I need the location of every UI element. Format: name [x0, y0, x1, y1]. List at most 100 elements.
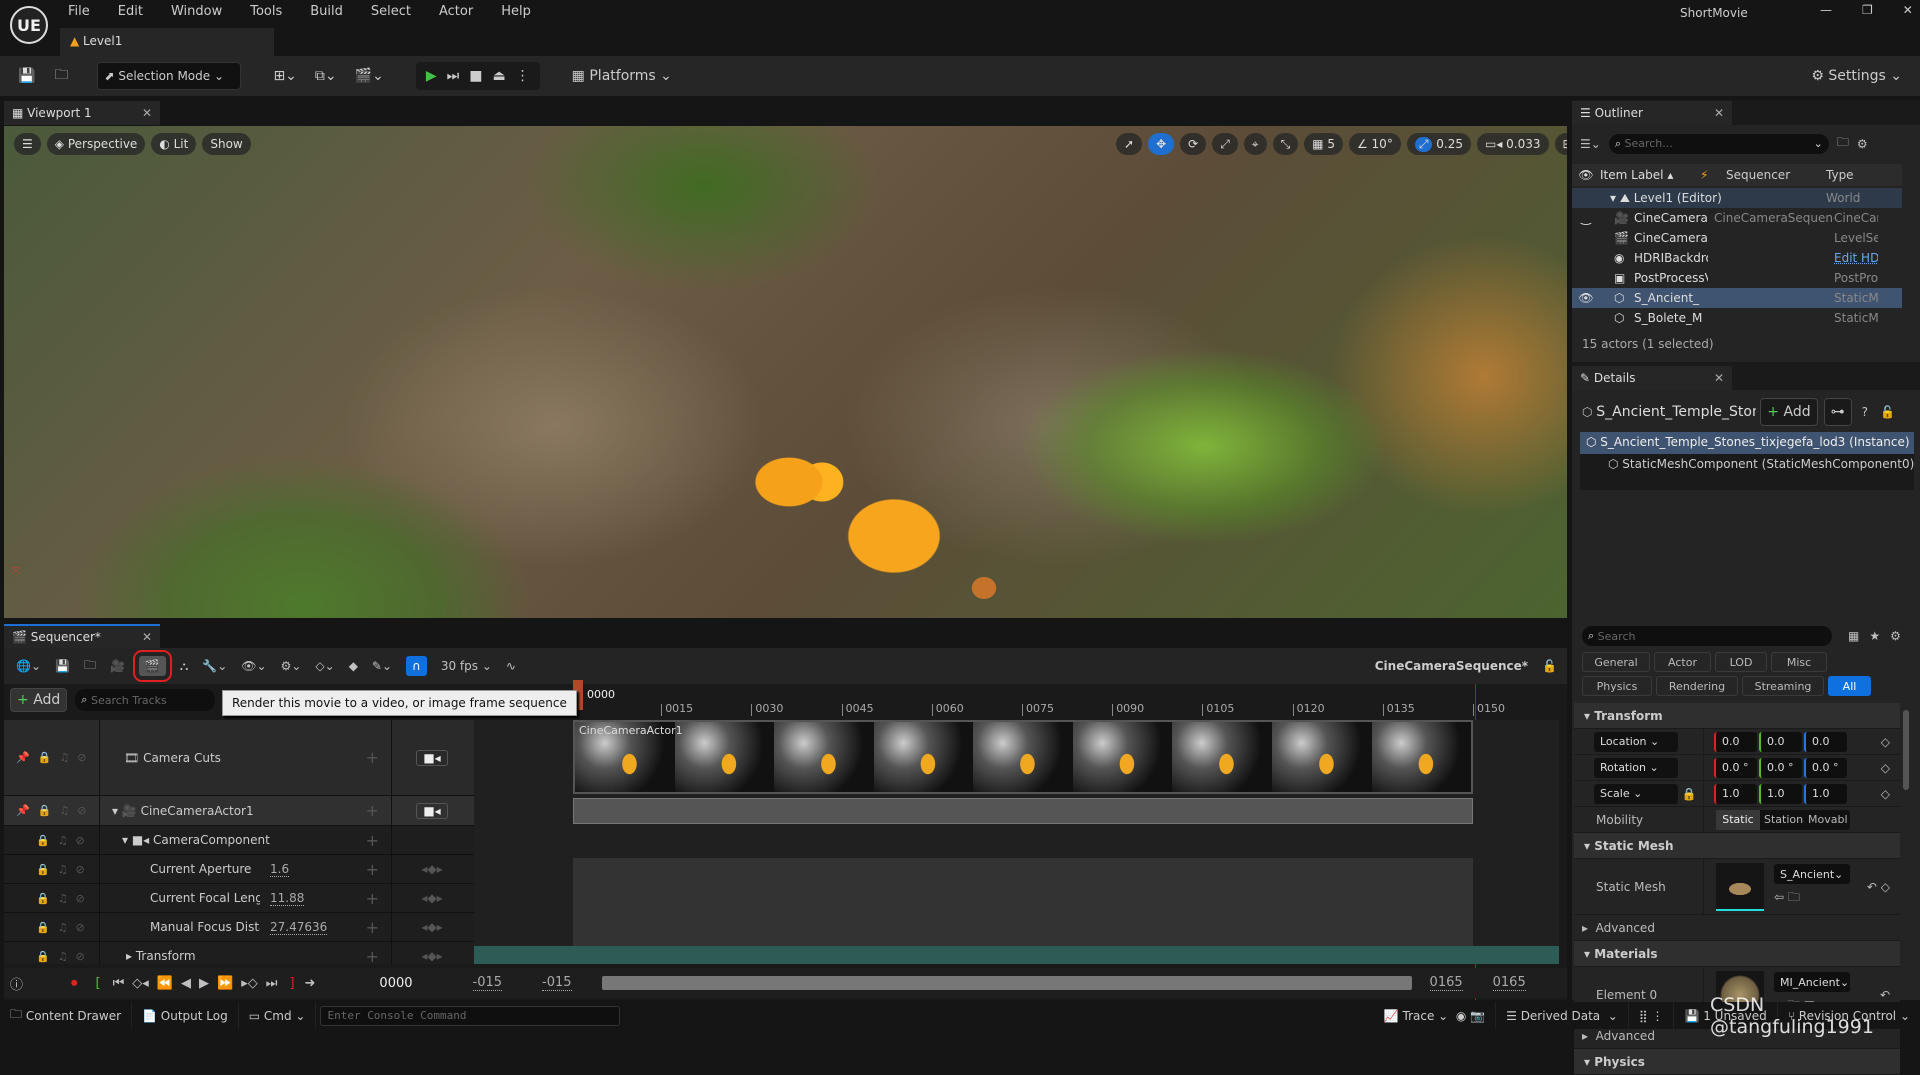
help-icon[interactable]: ?: [1862, 405, 1868, 419]
camera-lock-icon[interactable]: ■◂: [416, 749, 448, 766]
platforms-button[interactable]: ▦ Platforms ⌄: [566, 62, 678, 90]
track-toggle-icons[interactable]: 🔒♫⊘: [4, 826, 100, 854]
track-toggle-icons[interactable]: 🔒♫⊘: [4, 855, 100, 883]
selection-mode-dropdown[interactable]: ⬈ Selection Mode ⌄: [97, 62, 242, 90]
info-icon[interactable]: ⓘ: [10, 974, 23, 993]
curve-editor-icon[interactable]: ∿: [506, 659, 516, 673]
track-focal-length[interactable]: 🔒♫⊘ Current Focal Length 11.88 + ◂◆▸: [4, 884, 474, 913]
jump-start-icon[interactable]: ⏮: [113, 976, 125, 991]
restore-icon[interactable]: ❐: [1862, 3, 1873, 17]
list-item[interactable]: ⬡ S_Bolete_M StaticMeshActor: [1572, 308, 1902, 328]
key-navigation-icons[interactable]: ◂◆▸: [392, 855, 472, 883]
menu-file[interactable]: File: [68, 4, 90, 19]
aperture-value[interactable]: 1.6: [270, 862, 290, 877]
lock-icon[interactable]: 🔓: [1880, 405, 1895, 419]
browse-icon[interactable]: 🗀: [47, 62, 75, 90]
component-row[interactable]: ⬡ StaticMeshComponent (StaticMeshCompone…: [1580, 454, 1914, 476]
output-log-button[interactable]: 📄 Output Log: [132, 1002, 239, 1029]
jump-end-icon[interactable]: ⏭: [266, 976, 278, 991]
track-camera-component[interactable]: 🔒♫⊘ ▾ ■◂ CameraComponent +: [4, 826, 474, 855]
track-transform[interactable]: 🔒♫⊘ ▸ Transform + ◂◆▸: [4, 942, 474, 964]
camera-cut-section[interactable]: CineCameraActor1: [573, 720, 1473, 794]
record-icon[interactable]: ⏺: [71, 976, 78, 991]
console-input[interactable]: Enter Console Command: [320, 1005, 621, 1026]
save-icon[interactable]: 💾: [55, 659, 70, 673]
plus-icon[interactable]: +: [366, 831, 379, 850]
key-navigation-icons[interactable]: ◂◆▸: [392, 913, 472, 941]
derived-data-button[interactable]: ☰ Derived Data ⌄: [1496, 1002, 1629, 1029]
rotation-y-field[interactable]: 0.0 °: [1759, 757, 1802, 778]
record-trace-icon[interactable]: ◉: [1456, 1009, 1466, 1023]
view-end-field[interactable]: 0165: [1492, 975, 1526, 991]
table-view-icon[interactable]: ▦: [1848, 629, 1859, 643]
keyframe-diamond-icon[interactable]: ◇: [1881, 787, 1900, 801]
step-icon[interactable]: ⏭: [447, 68, 460, 84]
browse-icon[interactable]: 🗀: [1788, 890, 1800, 904]
rotate-tool-icon[interactable]: ⟳: [1180, 133, 1207, 155]
pencil-icon[interactable]: ✎⌄: [372, 659, 392, 673]
scale-z-field[interactable]: 1.0: [1804, 783, 1847, 804]
location-y-field[interactable]: 0.0: [1759, 731, 1802, 752]
plus-icon[interactable]: +: [366, 947, 379, 965]
find-asset-icon[interactable]: 🗀: [84, 656, 96, 677]
keyframe-diamond-icon[interactable]: ◇: [1881, 735, 1900, 749]
timeline-scrollbar[interactable]: [601, 976, 1412, 990]
close-icon[interactable]: ✕: [1714, 106, 1724, 120]
eject-icon[interactable]: ⏏: [492, 68, 505, 84]
wrench-icon[interactable]: 🔧⌄: [202, 659, 227, 673]
component-instance-row[interactable]: ⬡ S_Ancient_Temple_Stones_tixjegefa_lod3…: [1580, 432, 1914, 454]
list-item[interactable]: ▣ PostProcessVolume PostProcessVolume: [1572, 268, 1902, 288]
visibility-icon[interactable]: 👁: [1572, 291, 1600, 305]
set-start-icon[interactable]: [: [96, 976, 101, 991]
rotation-dropdown[interactable]: Rotation ⌄: [1594, 757, 1678, 778]
use-selected-icon[interactable]: ⇦: [1774, 890, 1784, 904]
menu-edit[interactable]: Edit: [118, 4, 143, 19]
advanced-row[interactable]: ▸ Advanced: [1574, 915, 1900, 941]
perspective-button[interactable]: ◈ Perspective: [46, 133, 146, 155]
playback-options-icon[interactable]: ⚙⌄: [281, 659, 302, 673]
prev-key-icon[interactable]: ◇◂: [132, 976, 149, 991]
gear-icon[interactable]: ⚙: [1857, 137, 1868, 151]
surface-snap-icon[interactable]: ⤡: [1272, 133, 1299, 155]
track-current-aperture[interactable]: 🔒♫⊘ Current Aperture 1.6 + ◂◆▸: [4, 855, 474, 884]
actor-section-bar[interactable]: [573, 798, 1473, 824]
menu-help[interactable]: Help: [501, 4, 531, 19]
step-back-icon[interactable]: ⏪: [157, 976, 173, 991]
key-navigation-icons[interactable]: ◂◆▸: [392, 884, 472, 912]
menu-tools[interactable]: Tools: [250, 4, 282, 19]
filter-icon[interactable]: ☰⌄: [1580, 137, 1601, 151]
outliner-tab[interactable]: ☰ Outliner ✕: [1572, 101, 1732, 125]
star-icon[interactable]: ★: [1869, 629, 1880, 643]
menu-select[interactable]: Select: [371, 4, 411, 19]
scale-snap-button[interactable]: ⤢ 0.25: [1406, 133, 1471, 155]
viewport-tab[interactable]: ▦ Viewport 1 ✕: [4, 101, 160, 125]
list-item[interactable]: ‿ 🎥 CineCameraActor1 CineCameraSequenceCine…: [1572, 208, 1902, 228]
reset-and-key-icon[interactable]: ↶ ◇: [1867, 880, 1900, 894]
sequencer-tab[interactable]: 🎬 Sequencer* ✕: [4, 624, 160, 648]
trace-button[interactable]: 📈 Trace ⌄ ◉ 📷: [1374, 1002, 1497, 1029]
visibility-icon[interactable]: 👁: [1572, 168, 1600, 182]
list-item[interactable]: 🎬 CineCameraSequence LevelSequenceActor: [1572, 228, 1902, 248]
filter-streaming[interactable]: Streaming: [1742, 676, 1824, 696]
plus-icon[interactable]: +: [366, 918, 379, 937]
physics-section[interactable]: ▾ Physics: [1574, 1049, 1900, 1075]
edit-hdri-link[interactable]: Edit HDRIBackdrop: [1834, 251, 1878, 265]
close-icon[interactable]: ✕: [142, 630, 152, 644]
close-icon[interactable]: ✕: [1714, 371, 1724, 385]
materials-section[interactable]: ▾ Materials: [1574, 941, 1900, 967]
time-ruler[interactable]: 0000 0015 0030 0045 0060 0075 0090 0105 0120 013…: [567, 680, 1557, 1000]
details-tab[interactable]: ✎ Details ✕: [1572, 366, 1732, 390]
column-item-label[interactable]: Item Label ▴: [1600, 168, 1700, 182]
scale-tool-icon[interactable]: ⤢: [1212, 133, 1238, 155]
content-drawer-button[interactable]: 🗀 Content Drawer: [0, 1002, 133, 1029]
close-icon[interactable]: ✕: [1903, 3, 1913, 17]
focus-distance-value[interactable]: 27.47636: [270, 920, 328, 935]
track-toggle-icons[interactable]: 🔒♫⊘: [4, 913, 100, 941]
lock-icon[interactable]: 🔒: [1682, 787, 1697, 801]
track-toggle-icons[interactable]: 📌🔒♫⊘: [4, 796, 100, 825]
static-mesh-thumbnail[interactable]: [1716, 862, 1764, 911]
menu-window[interactable]: Window: [171, 4, 222, 19]
key-diamond-icon[interactable]: ◇⌄: [315, 659, 334, 673]
filter-misc[interactable]: Misc: [1771, 652, 1827, 672]
world-icon[interactable]: 🌐⌄: [16, 659, 41, 673]
